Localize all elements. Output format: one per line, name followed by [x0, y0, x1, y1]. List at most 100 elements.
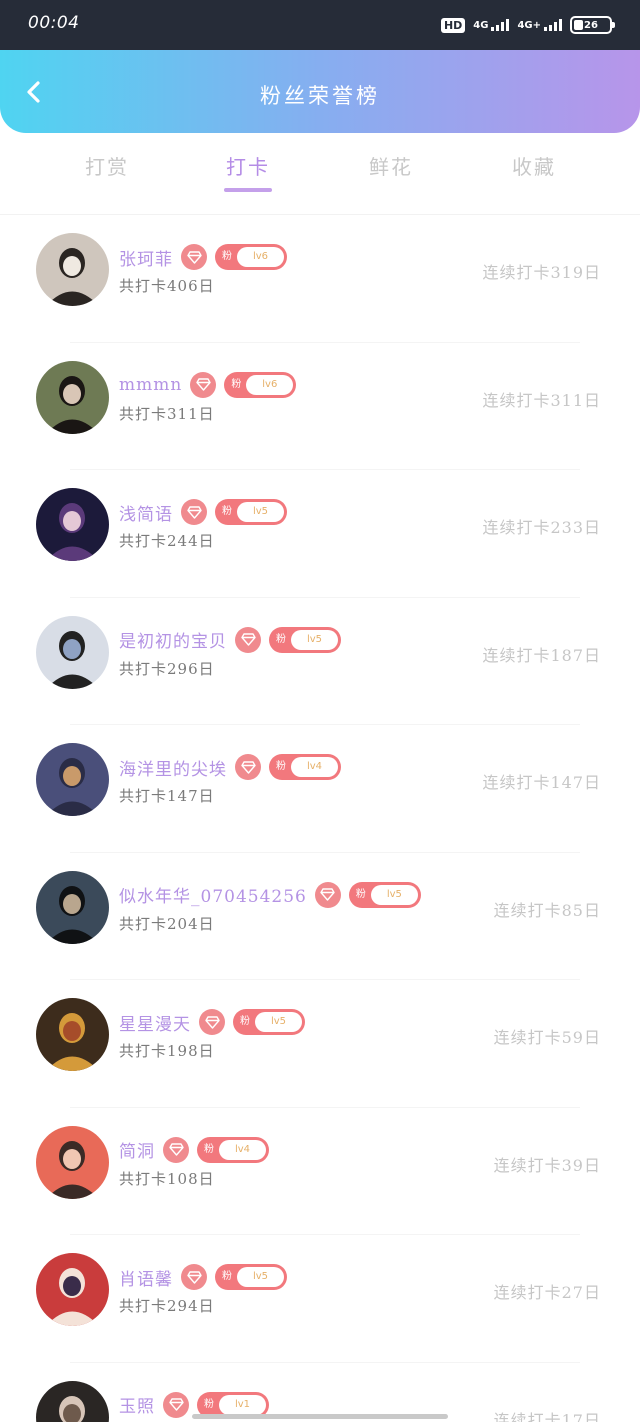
total-checkins: 共打卡296日	[119, 659, 215, 678]
avatar-image	[36, 360, 109, 434]
streak-checkins: 连续打卡27日	[493, 1283, 601, 1302]
total-checkins: 共打卡147日	[119, 787, 215, 805]
avatar-image	[36, 615, 109, 689]
avatar[interactable]	[36, 743, 109, 816]
home-indicator[interactable]	[192, 1414, 448, 1419]
diamond-icon	[181, 1264, 207, 1290]
diamond-icon	[163, 1136, 189, 1163]
total-checkins: 共打卡406日	[119, 277, 215, 295]
avatar[interactable]	[36, 615, 109, 689]
fan-name[interactable]: 浅简语	[119, 500, 173, 525]
avatar-image	[36, 870, 109, 944]
avatar-image	[36, 488, 109, 561]
active-tab-indicator	[224, 188, 272, 192]
fan-row[interactable]: 肖语馨 粉 lv5 共打卡294日 连续打卡27日	[0, 1235, 640, 1363]
fan-badge-label: 粉	[240, 1016, 250, 1027]
streak-checkins: 连续打卡311日	[482, 390, 601, 410]
battery-level: 26	[584, 19, 598, 31]
status-indicators: HD 4G 4G+ 26	[440, 12, 615, 38]
streak-checkins: 连续打卡187日	[482, 645, 601, 665]
avatar-image	[36, 233, 109, 306]
diamond-icon	[181, 244, 207, 270]
page-title: 粉丝荣誉榜	[260, 84, 380, 108]
avatar[interactable]	[36, 870, 109, 944]
fan-level-badge: 粉 lv4	[269, 754, 341, 780]
fan-name[interactable]: 张珂菲	[119, 245, 173, 270]
tab-checkin[interactable]: 打卡	[193, 151, 303, 180]
diamond-icon	[235, 754, 261, 780]
tab-flowers[interactable]: 鲜花	[336, 151, 446, 180]
fan-row[interactable]: 星星漫天 粉 lv5 共打卡198日 连续打卡59日	[0, 980, 640, 1108]
battery-icon: 26	[570, 16, 615, 34]
fan-level-badge: 粉 lv5	[269, 626, 341, 653]
streak-checkins: 连续打卡319日	[482, 263, 601, 282]
fan-row[interactable]: 海洋里的尖埃 粉 lv4 共打卡147日 连续打卡147日	[0, 725, 640, 853]
fan-level: lv6	[237, 247, 284, 267]
status-time: 00:04	[28, 13, 80, 33]
avatar[interactable]	[36, 998, 109, 1071]
fan-row[interactable]: 是初初的宝贝 粉 lv5 共打卡296日 连续打卡187日	[0, 598, 640, 725]
signal-sim2-icon: 4G+	[517, 19, 562, 31]
fan-level-badge: 粉 lv6	[224, 371, 297, 398]
total-checkins: 共打卡198日	[119, 1042, 215, 1060]
avatar-image	[36, 1253, 109, 1326]
fan-level-badge: 粉 lv6	[215, 244, 287, 270]
fan-level: lv4	[219, 1139, 266, 1160]
total-checkins: 共打卡108日	[119, 1169, 215, 1188]
diamond-icon	[314, 881, 341, 908]
avatar[interactable]	[36, 1253, 109, 1326]
fan-level-badge: 粉 lv5	[215, 499, 287, 525]
tab-reward[interactable]: 打赏	[52, 151, 162, 180]
signal-sim1-icon: 4G	[473, 19, 510, 31]
fan-name[interactable]: 海洋里的尖埃	[119, 755, 227, 780]
avatar[interactable]	[36, 233, 109, 306]
avatar[interactable]	[36, 1380, 109, 1422]
fan-badge-label: 粉	[222, 251, 232, 262]
fan-level: lv5	[291, 629, 338, 650]
streak-checkins: 连续打卡85日	[493, 900, 601, 920]
avatar-image	[36, 1125, 109, 1199]
avatar[interactable]	[36, 360, 109, 434]
status-bar: 00:04 HD 4G 4G+ 26	[0, 0, 640, 50]
fan-level: lv6	[246, 374, 294, 395]
fan-name[interactable]: 似水年华_070454256	[119, 882, 307, 907]
fan-badge-label: 粉	[276, 761, 286, 772]
diamond-icon	[199, 1009, 225, 1035]
fan-level: lv5	[370, 884, 418, 905]
fan-badge-label: 粉	[355, 888, 366, 900]
sim1-label: 4G	[473, 20, 489, 31]
fan-badge-label: 粉	[222, 1271, 232, 1282]
fan-level: lv5	[237, 1267, 284, 1287]
avatar[interactable]	[36, 488, 109, 561]
hd-icon: HD	[440, 17, 466, 33]
fan-badge-label: 粉	[276, 633, 286, 645]
avatar-image	[36, 1380, 109, 1422]
avatar[interactable]	[36, 1125, 109, 1199]
sim2-label: 4G+	[517, 20, 541, 31]
fan-ranking-list: 张珂菲 粉 lv6 共打卡406日 连续打卡319日 mmmn 粉 lv6 共打…	[0, 215, 640, 1422]
total-checkins: 共打卡311日	[119, 404, 215, 423]
fan-name[interactable]: 玉照	[119, 1392, 155, 1417]
fan-name[interactable]: 星星漫天	[119, 1010, 191, 1035]
fan-row[interactable]: 张珂菲 粉 lv6 共打卡406日 连续打卡319日	[0, 215, 640, 343]
fan-name[interactable]: 简洞	[119, 1137, 155, 1162]
fan-level-badge: 粉 lv5	[348, 881, 421, 908]
fan-row[interactable]: 似水年华_070454256 粉 lv5 共打卡204日 连续打卡85日	[0, 853, 640, 980]
fan-name[interactable]: mmmn	[119, 375, 182, 395]
fan-level: lv1	[219, 1394, 266, 1415]
diamond-icon	[235, 626, 261, 653]
fan-level-badge: 粉 lv5	[233, 1009, 305, 1035]
tab-favorites[interactable]: 收藏	[479, 151, 589, 180]
total-checkins: 共打卡294日	[119, 1297, 215, 1315]
streak-checkins: 连续打卡147日	[482, 773, 601, 792]
fan-row[interactable]: mmmn 粉 lv6 共打卡311日 连续打卡311日	[0, 343, 640, 470]
fan-name[interactable]: 肖语馨	[119, 1265, 173, 1290]
page-header: 粉丝荣誉榜	[0, 50, 640, 133]
fan-row[interactable]: 简洞 粉 lv4 共打卡108日 连续打卡39日	[0, 1108, 640, 1235]
fan-row[interactable]: 浅简语 粉 lv5 共打卡244日 连续打卡233日	[0, 470, 640, 598]
streak-checkins: 连续打卡233日	[482, 518, 601, 537]
fan-name[interactable]: 是初初的宝贝	[119, 627, 227, 652]
fan-badge-label: 粉	[204, 1143, 214, 1155]
fan-level: lv4	[291, 757, 338, 777]
diamond-icon	[181, 499, 207, 525]
